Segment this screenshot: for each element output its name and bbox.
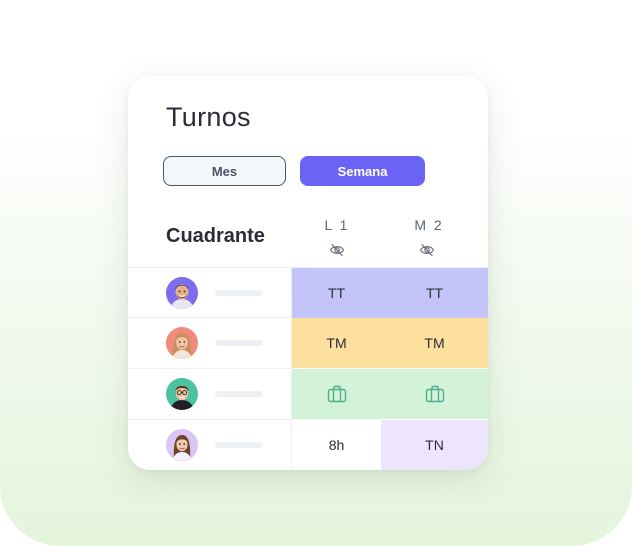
page-title: Turnos <box>166 102 251 132</box>
shift-code: TT <box>327 285 346 301</box>
vacation-cell[interactable] <box>292 369 381 419</box>
avatar[interactable] <box>166 277 198 309</box>
avatar[interactable] <box>166 429 198 461</box>
avatar[interactable] <box>166 327 198 359</box>
shift-cell[interactable]: TT <box>381 268 488 318</box>
name-placeholder <box>215 340 263 346</box>
shift-cell[interactable]: TN <box>381 420 488 470</box>
name-placeholder <box>215 391 263 397</box>
shift-cell[interactable]: TM <box>381 318 488 368</box>
day-header-m2: M 2 <box>414 217 444 233</box>
avatar[interactable] <box>166 378 198 410</box>
briefcase-icon <box>425 385 444 403</box>
week-view-button[interactable]: Semana <box>300 156 425 186</box>
name-placeholder <box>215 442 263 448</box>
table-row: TT TT <box>128 268 488 318</box>
shift-cell[interactable]: TT <box>292 268 381 318</box>
hours-value: 8h <box>328 437 345 453</box>
shift-code: TM <box>424 335 445 351</box>
name-placeholder <box>215 290 263 296</box>
table-row: TM TM <box>128 318 488 368</box>
month-view-button[interactable]: Mes <box>163 156 286 186</box>
shift-code: TM <box>326 335 347 351</box>
shift-code: TT <box>425 285 444 301</box>
shift-cell[interactable]: TM <box>292 318 381 368</box>
day-header-l1: L 1 <box>324 217 350 233</box>
shift-code: TN <box>425 437 444 453</box>
vacation-cell[interactable] <box>381 369 488 419</box>
hours-cell[interactable]: 8h <box>292 420 381 470</box>
table-row <box>128 369 488 419</box>
grid-label: Cuadrante <box>166 225 265 247</box>
shifts-card: Turnos Mes Semana Cuadrante L 1 M 2 TT T… <box>128 76 488 470</box>
eye-off-icon[interactable] <box>419 243 435 257</box>
eye-off-icon[interactable] <box>329 243 345 257</box>
briefcase-icon <box>327 385 346 403</box>
table-row: 8h TN <box>128 420 488 470</box>
